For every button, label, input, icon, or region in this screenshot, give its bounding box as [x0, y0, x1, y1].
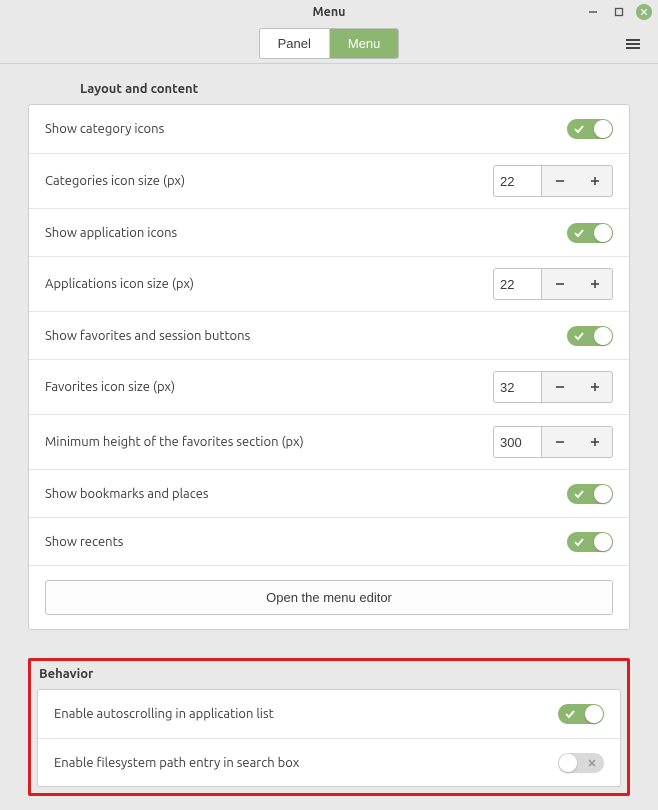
window-title: Menu — [313, 5, 346, 19]
toggle-show-favorites[interactable] — [567, 326, 613, 346]
decrease-favorites-icon-size[interactable] — [541, 371, 577, 403]
tab-group: Panel Menu — [259, 28, 400, 59]
spinner-favorites-icon-size — [493, 371, 613, 403]
row-favorites-min-height: Minimum height of the favorites section … — [29, 414, 629, 469]
spinner-favorites-min-height — [493, 426, 613, 458]
label-show-bookmarks: Show bookmarks and places — [45, 487, 567, 501]
decrease-favorites-min-height[interactable] — [541, 426, 577, 458]
label-show-favorites: Show favorites and session buttons — [45, 329, 567, 343]
input-favorites-min-height[interactable] — [493, 426, 541, 458]
section-behavior: Behavior Enable autoscrolling in applica… — [28, 658, 630, 796]
label-show-recents: Show recents — [45, 535, 567, 549]
section-title-layout: Layout and content — [80, 82, 630, 96]
label-enable-autoscroll: Enable autoscrolling in application list — [54, 707, 558, 721]
row-show-application-icons: Show application icons — [29, 208, 629, 256]
spinner-applications-icon-size — [493, 268, 613, 300]
open-menu-editor-button[interactable]: Open the menu editor — [45, 580, 613, 615]
increase-favorites-icon-size[interactable] — [577, 371, 613, 403]
toggle-show-application-icons[interactable] — [567, 223, 613, 243]
hamburger-menu-button[interactable] — [622, 33, 644, 55]
input-categories-icon-size[interactable] — [493, 165, 541, 197]
window-controls — [584, 0, 652, 24]
tab-panel[interactable]: Panel — [260, 29, 329, 58]
spinner-categories-icon-size — [493, 165, 613, 197]
toggle-enable-autoscroll[interactable] — [558, 704, 604, 724]
input-applications-icon-size[interactable] — [493, 268, 541, 300]
row-favorites-icon-size: Favorites icon size (px) — [29, 359, 629, 414]
toggle-show-category-icons[interactable] — [567, 119, 613, 139]
minimize-button[interactable] — [584, 3, 602, 21]
tab-menu[interactable]: Menu — [329, 29, 399, 58]
label-favorites-icon-size: Favorites icon size (px) — [45, 380, 493, 394]
panel-layout: Show category icons Categories icon size… — [28, 104, 630, 630]
label-applications-icon-size: Applications icon size (px) — [45, 277, 493, 291]
row-applications-icon-size: Applications icon size (px) — [29, 256, 629, 311]
close-button[interactable] — [636, 4, 652, 20]
increase-categories-icon-size[interactable] — [577, 165, 613, 197]
input-favorites-icon-size[interactable] — [493, 371, 541, 403]
label-enable-fs-path: Enable filesystem path entry in search b… — [54, 756, 558, 770]
label-favorites-min-height: Minimum height of the favorites section … — [45, 435, 493, 449]
toolbar: Panel Menu — [0, 24, 658, 64]
row-categories-icon-size: Categories icon size (px) — [29, 153, 629, 208]
row-open-menu-editor: Open the menu editor — [29, 565, 629, 629]
section-title-behavior: Behavior — [39, 667, 627, 681]
row-show-category-icons: Show category icons — [29, 105, 629, 153]
row-show-recents: Show recents — [29, 517, 629, 565]
row-show-favorites: Show favorites and session buttons — [29, 311, 629, 359]
section-layout: Layout and content Show category icons C… — [28, 82, 630, 630]
decrease-applications-icon-size[interactable] — [541, 268, 577, 300]
row-show-bookmarks: Show bookmarks and places — [29, 469, 629, 517]
content: Layout and content Show category icons C… — [0, 64, 658, 810]
toggle-enable-fs-path[interactable] — [558, 753, 604, 773]
increase-applications-icon-size[interactable] — [577, 268, 613, 300]
increase-favorites-min-height[interactable] — [577, 426, 613, 458]
decrease-categories-icon-size[interactable] — [541, 165, 577, 197]
label-categories-icon-size: Categories icon size (px) — [45, 174, 493, 188]
maximize-button[interactable] — [610, 3, 628, 21]
label-show-category-icons: Show category icons — [45, 122, 567, 136]
titlebar: Menu — [0, 0, 658, 24]
toggle-show-bookmarks[interactable] — [567, 484, 613, 504]
panel-behavior: Enable autoscrolling in application list… — [37, 689, 621, 787]
label-show-application-icons: Show application icons — [45, 226, 567, 240]
toggle-show-recents[interactable] — [567, 532, 613, 552]
row-enable-fs-path: Enable filesystem path entry in search b… — [38, 738, 620, 786]
row-enable-autoscroll: Enable autoscrolling in application list — [38, 690, 620, 738]
